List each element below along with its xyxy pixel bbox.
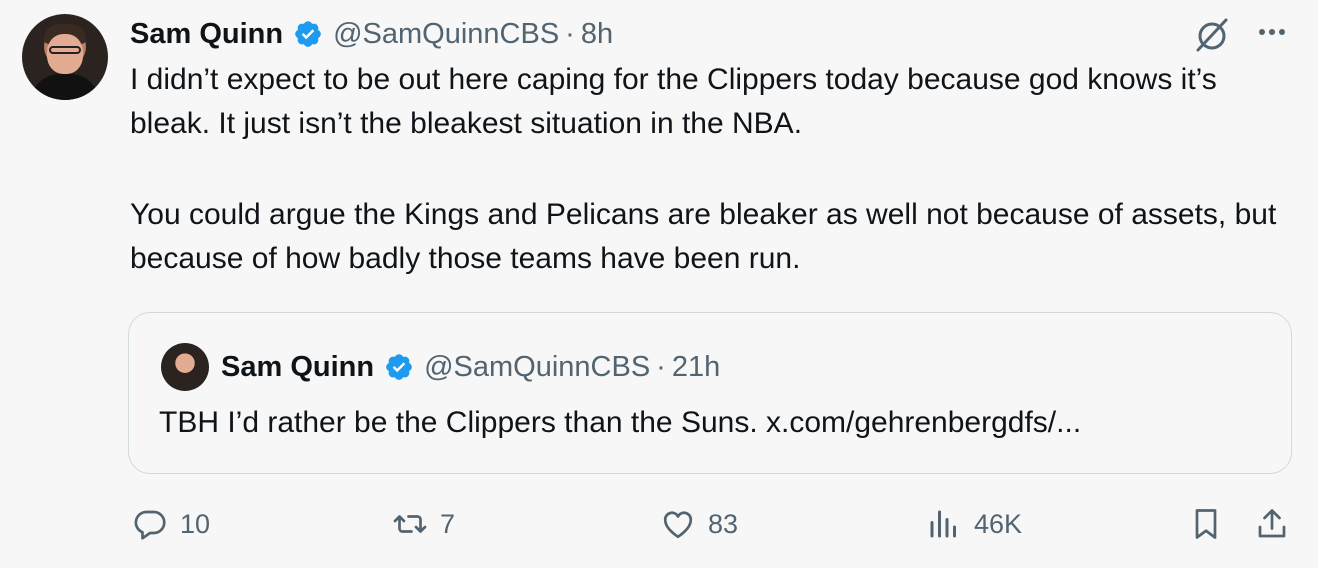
quoted-author-avatar [161,343,209,391]
tweet-text-paragraph-2: You could argue the Kings and Pelicans a… [130,198,1277,275]
avatar-body [30,74,100,100]
tweet-text-paragraph-1: I didn’t expect to be out here caping fo… [130,63,1217,140]
retweet-count: 7 [440,508,456,539]
verified-badge-icon [386,354,412,380]
reply-button[interactable]: 10 [132,506,210,542]
like-icon [663,511,693,539]
reply-icon [134,510,166,540]
author-handle[interactable]: @SamQuinnCBS [333,18,559,51]
share-button[interactable] [1254,506,1290,542]
verified-badge-icon [295,21,321,47]
tweet-timestamp[interactable]: 8h [581,18,613,51]
retweet-icon [393,515,427,533]
bookmark-button[interactable] [1188,506,1224,542]
quoted-tweet-timestamp: 21h [671,350,721,383]
quoted-tweet-card[interactable]: Sam Quinn @SamQuinnCBS · 21h TBH I’d rat… [128,312,1292,474]
avatar-glasses [49,46,81,54]
author-avatar[interactable] [22,14,108,100]
bookmark-icon [1195,509,1217,539]
like-count: 83 [708,508,739,539]
like-button[interactable]: 83 [660,506,738,542]
header-separator: · [565,17,575,50]
tweet-header: Sam Quinn @SamQuinnCBS · 8h [130,14,613,54]
quoted-author-name: Sam Quinn [221,350,375,383]
author-name[interactable]: Sam Quinn [130,18,283,51]
avatar-face [47,34,83,74]
tweet-actions-bar: 10 7 83 46K [0,506,1318,550]
quoted-tweet-text: TBH I’d rather be the Clippers than the … [159,406,1082,439]
views-count: 46K [974,508,1023,539]
more-icon[interactable] [1254,22,1290,42]
views-icon [930,510,956,538]
share-icon [1258,509,1286,538]
quoted-tweet-header: Sam Quinn @SamQuinnCBS · 21h [221,347,720,387]
views-button[interactable]: 46K [926,506,1022,542]
retweet-button[interactable]: 7 [392,506,455,542]
grok-icon[interactable] [1192,16,1232,54]
quoted-author-handle: @SamQuinnCBS [424,350,651,383]
quoted-header-separator: · [656,350,666,383]
reply-count: 10 [180,508,211,539]
